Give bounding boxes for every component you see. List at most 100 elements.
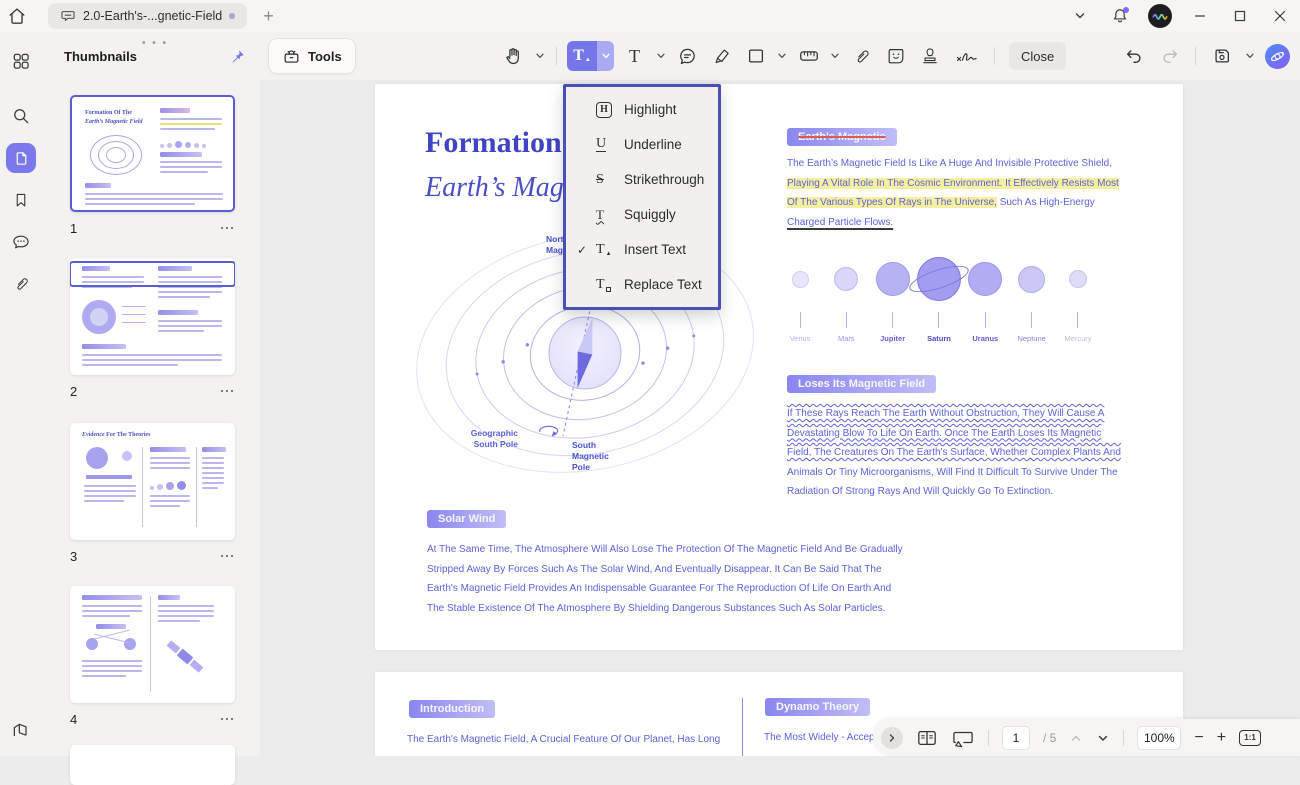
thumbnail-page-4[interactable] — [70, 586, 235, 703]
save-chevron[interactable] — [1244, 41, 1256, 71]
two-page-view-icon — [916, 728, 938, 748]
document-tab[interactable]: 2.0-Earth's-...gnetic-Field — [48, 3, 247, 29]
bookmarks-button[interactable] — [0, 179, 42, 221]
hand-tool-button[interactable] — [500, 41, 527, 71]
zoom-in-button[interactable]: + — [1217, 729, 1226, 747]
maximize-button[interactable] — [1220, 0, 1260, 32]
thumbnails-panel-button[interactable] — [0, 143, 42, 173]
menu-item-strikethrough[interactable]: S Strikethrough — [566, 162, 718, 197]
measure-tool-button[interactable] — [795, 41, 822, 71]
tab-title: 2.0-Earth's-...gnetic-Field — [83, 9, 222, 23]
paragraph-earths-magnetic[interactable]: The Earth’s Magnetic Field Is Like A Hug… — [787, 154, 1119, 232]
badge-dynamo-theory[interactable]: Dynamo Theory — [765, 698, 870, 716]
page-layout-button[interactable] — [916, 728, 938, 748]
menu-item-replace-text[interactable]: T Replace Text — [566, 267, 718, 302]
page-more-button[interactable] — [219, 551, 236, 562]
badge-introduction[interactable]: Introduction — [409, 700, 495, 718]
grid-icon — [11, 51, 31, 71]
undo-button[interactable] — [1120, 41, 1147, 71]
thumbnail-page-1[interactable]: Formation Of TheEarth’s Magnetic Field — [70, 95, 235, 212]
close-toolbar-button[interactable]: Close — [1009, 42, 1066, 70]
planet-uranus: Uranus — [965, 256, 1005, 343]
titlebar-chevron-down-button[interactable] — [1060, 0, 1100, 32]
actual-size-button[interactable]: 1:1 — [1239, 730, 1261, 746]
shape-tool-chevron[interactable] — [776, 41, 788, 71]
menu-item-insert-text[interactable]: ✓ T▲ Insert Text — [566, 232, 718, 267]
page-more-button[interactable] — [219, 386, 236, 397]
attach-tool-button[interactable] — [848, 41, 875, 71]
save-button[interactable] — [1208, 41, 1235, 71]
text-tool-button[interactable]: T — [621, 41, 648, 71]
toolbox-icon — [282, 47, 301, 66]
signature-tool-button[interactable] — [950, 41, 984, 71]
redo-icon — [1160, 46, 1180, 66]
shape-tool-button[interactable] — [742, 41, 769, 71]
apps-grid-button[interactable] — [0, 40, 42, 82]
annotation-toolbar: Tools T▲ T — [260, 32, 1300, 80]
presentation-button[interactable] — [951, 728, 975, 748]
comments-button[interactable] — [0, 221, 42, 263]
text-tool-chevron[interactable] — [655, 41, 667, 71]
zoom-level[interactable]: 100% — [1137, 726, 1181, 750]
badge-earths-magnetic[interactable]: Earth's Magnetic — [787, 128, 897, 146]
thumbnail-page-2[interactable] — [70, 258, 235, 375]
notifications-button[interactable] — [1100, 0, 1140, 32]
redo-button[interactable] — [1156, 41, 1183, 71]
stamp-tool-button[interactable] — [916, 41, 943, 71]
hand-tool-chevron[interactable] — [534, 41, 546, 71]
main-area: Tools T▲ T — [260, 32, 1300, 756]
zoom-out-button[interactable]: − — [1194, 729, 1203, 747]
ai-icon — [1268, 47, 1287, 66]
page-more-button[interactable] — [219, 223, 236, 234]
highlighter-tool-button[interactable] — [708, 41, 735, 71]
strikethrough-icon: S — [596, 172, 624, 188]
search-icon — [11, 106, 31, 126]
close-window-button[interactable] — [1260, 0, 1300, 32]
document-canvas[interactable]: Formation Of The Earth’s Magnetic Field — [260, 80, 1300, 756]
tools-label: Tools — [308, 49, 342, 64]
thumbnails-panel: • • • Thumbnails Formation Of TheEarth’s… — [42, 32, 260, 756]
menu-item-highlight[interactable]: H Highlight — [566, 92, 718, 127]
search-button[interactable] — [0, 95, 42, 137]
next-page-button[interactable] — [1096, 731, 1110, 745]
thumbnail-page-5[interactable] — [70, 745, 235, 785]
badge-solar-wind[interactable]: Solar Wind — [427, 510, 506, 528]
page-flip-button[interactable] — [0, 710, 42, 752]
attachments-button[interactable] — [0, 263, 42, 305]
minimize-button[interactable] — [1180, 0, 1220, 32]
edit-text-tool-active[interactable]: T▲ — [567, 41, 614, 71]
paragraph-loses-field[interactable]: If These Rays Reach The Earth Without Ob… — [787, 404, 1121, 502]
pin-icon[interactable] — [229, 48, 246, 65]
label-south-1: South — [572, 440, 596, 450]
insert-text-icon: T▲ — [596, 242, 624, 258]
paragraph-solar-wind[interactable]: At The Same Time, The Atmosphere Will Al… — [427, 540, 903, 618]
paperclip-icon — [852, 47, 871, 66]
document-icon — [6, 143, 36, 173]
collapse-statusbar-button[interactable] — [881, 727, 903, 749]
highlighter-icon — [712, 46, 732, 66]
page-more-button[interactable] — [219, 714, 236, 725]
paragraph-dynamo[interactable]: The Most Widely - Accepte — [764, 728, 883, 748]
previous-page-button[interactable] — [1069, 731, 1083, 745]
tools-button[interactable]: Tools — [268, 38, 356, 74]
sticker-tool-button[interactable] — [882, 41, 909, 71]
badge-loses-field[interactable]: Loses Its Magnetic Field — [787, 375, 936, 393]
menu-item-squiggly[interactable]: T Squiggly — [566, 197, 718, 232]
pdf-page-1[interactable]: Formation Of The Earth’s Magnetic Field — [375, 84, 1183, 650]
underline-icon: U — [596, 137, 624, 153]
edit-text-tool-chevron[interactable] — [597, 41, 614, 71]
tab-chat-icon — [60, 8, 76, 24]
measure-tool-chevron[interactable] — [829, 41, 841, 71]
account-button[interactable] — [1140, 0, 1180, 32]
signature-icon — [954, 46, 980, 66]
paragraph-introduction[interactable]: The Earth's Magnetic Field, A Crucial Fe… — [407, 730, 720, 750]
new-tab-button[interactable]: + — [263, 7, 274, 25]
viewport-indicator — [70, 261, 235, 287]
home-button[interactable] — [0, 0, 34, 32]
comment-tool-button[interactable] — [674, 41, 701, 71]
thumbnail-page-3[interactable]: Evidence For The Theories — [70, 423, 235, 540]
ai-assistant-button[interactable] — [1265, 44, 1290, 69]
page-number-input[interactable] — [1002, 726, 1030, 750]
comment-icon — [11, 232, 31, 252]
menu-item-underline[interactable]: U Underline — [566, 127, 718, 162]
